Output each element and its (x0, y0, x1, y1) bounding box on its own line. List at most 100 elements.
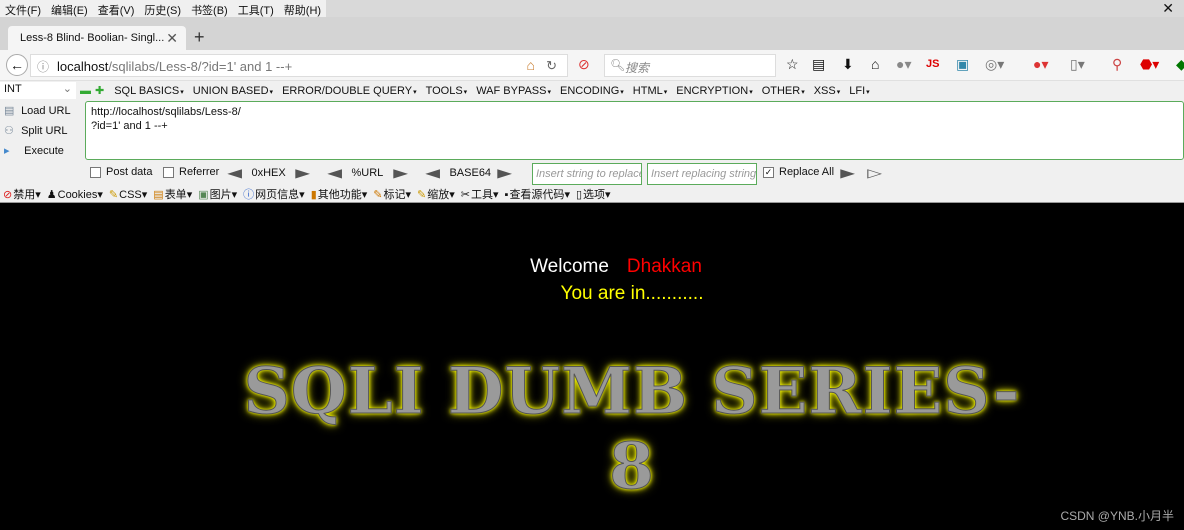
welcome-line: Welcome Dhakkan (0, 256, 1184, 278)
menu-edit[interactable]: 编辑(E) (46, 0, 93, 17)
series-logo: SQLI DUMB SERIES-8 (243, 354, 1021, 505)
right-arrow-icon[interactable]: ▶ (497, 166, 512, 180)
cookies-menu[interactable]: ♟Cookies▾ (47, 188, 103, 201)
reload-icon[interactable]: ↻ (546, 58, 557, 74)
type-select[interactable]: INT ⌄ (0, 82, 76, 99)
menu-history[interactable]: 历史(S) (139, 0, 187, 17)
page-info-menu[interactable]: ⓘ网页信息▾ (243, 186, 305, 202)
zoom-icon[interactable]: ⚲ (1112, 56, 1122, 73)
load-url-label: Load URL (21, 105, 71, 117)
outline-menu[interactable]: ✎标记▾ (373, 186, 411, 202)
tools-icon: ✂ (460, 189, 470, 201)
avatar-icon[interactable]: ●▾ (896, 56, 911, 73)
chevron-down-icon: ⌄ (62, 83, 72, 95)
menu-view[interactable]: 查看(V) (92, 0, 140, 17)
left-arrow-icon[interactable]: ◀ (227, 166, 242, 180)
menu-error-double-query[interactable]: ERROR/DOUBLE QUERY (282, 85, 417, 97)
base64-encode[interactable]: ◀ BASE64 ▶ (425, 166, 512, 180)
close-window-icon[interactable]: ✕ (1162, 0, 1174, 17)
menu-lfi[interactable]: LFI (849, 85, 869, 97)
split-url-button[interactable]: ⚇ Split URL (4, 124, 68, 137)
device-icon[interactable]: ▯▾ (1070, 56, 1085, 73)
bookmark-star-icon[interactable]: ☆ (786, 56, 799, 73)
replace-arrow-icon[interactable]: ▶ (840, 166, 855, 180)
adblock-icon[interactable]: ⬣▾ (1140, 56, 1159, 73)
palette-icon[interactable]: ◎▾ (985, 56, 1004, 73)
replace-all-label: Replace All (779, 166, 835, 178)
resize-menu[interactable]: ✎缩放▾ (417, 186, 455, 202)
menu-help[interactable]: 帮助(H) (278, 0, 327, 17)
download-icon[interactable]: ⬇ (842, 56, 854, 73)
url-textarea[interactable]: http://localhost/sqlilabs/Less-8/ ?id=1'… (85, 101, 1184, 160)
info-icon[interactable]: ⓘ (37, 58, 49, 75)
menu-html[interactable]: HTML (633, 85, 667, 97)
replacing-string-input[interactable]: Insert replacing string (647, 163, 757, 185)
tab-active[interactable]: Less-8 Blind- Boolian- Singl... ✕ (8, 26, 186, 50)
minus-icon[interactable]: ▬ (80, 85, 91, 97)
replace-all-checkbox[interactable]: ✓ Replace All (763, 166, 834, 178)
referrer-checkbox[interactable]: Referrer (163, 166, 219, 178)
replace-next-icon[interactable]: ▷ (867, 166, 882, 180)
menu-encoding[interactable]: ENCODING (560, 85, 624, 97)
new-tab-icon[interactable]: + (194, 27, 205, 48)
hex-label: 0xHEX (251, 167, 286, 179)
forms-menu[interactable]: ▤表单▾ (153, 186, 192, 202)
url-encode[interactable]: ◀ %URL ▶ (327, 166, 408, 180)
menu-union-based[interactable]: UNION BASED (193, 85, 273, 97)
left-arrow-icon[interactable]: ◀ (327, 166, 342, 180)
misc-menu[interactable]: ▮其他功能▾ (311, 186, 368, 202)
outline-icon: ✎ (373, 189, 383, 201)
outline-label: 标记 (383, 189, 406, 201)
addon-icon[interactable]: ●▾ (1033, 56, 1048, 73)
css-label: CSS (119, 188, 142, 201)
menu-file[interactable]: 文件(F) (0, 0, 47, 17)
hex-encode[interactable]: ◀ 0xHEX ▶ (227, 166, 310, 180)
address-bar[interactable]: ⓘ localhost/sqlilabs/Less-8/?id=1' and 1… (30, 54, 568, 77)
info-icon: ⓘ (243, 189, 255, 201)
split-url-label: Split URL (21, 125, 68, 137)
images-menu[interactable]: ▣图片▾ (198, 186, 237, 202)
reading-list-icon[interactable]: ▤ (812, 56, 825, 73)
post-data-checkbox[interactable]: Post data (90, 166, 152, 178)
image-icon[interactable]: ▣ (956, 56, 969, 73)
disable-menu[interactable]: ⊘禁用▾ (3, 186, 41, 202)
options-menu[interactable]: ▯选项▾ (576, 186, 611, 202)
replace-string-input[interactable]: Insert string to replace (532, 163, 642, 185)
js-icon[interactable]: JS (926, 58, 939, 70)
tab-bar: Less-8 Blind- Boolian- Singl... ✕ + (0, 17, 1184, 50)
menu-bookmarks[interactable]: 书签(B) (186, 0, 233, 17)
url-host: localhost (57, 59, 109, 74)
right-arrow-icon[interactable]: ▶ (295, 166, 310, 180)
right-arrow-icon[interactable]: ▶ (393, 166, 408, 180)
menu-waf-bypass[interactable]: WAF BYPASS (476, 85, 551, 97)
back-arrow-icon[interactable]: ← (6, 54, 28, 76)
menu-tools[interactable]: 工具(T) (232, 0, 279, 17)
menu-sql-basics[interactable]: SQL BASICS (114, 85, 184, 97)
menu-other[interactable]: OTHER (762, 85, 805, 97)
menu-tools[interactable]: TOOLS (426, 85, 468, 97)
tools-menu[interactable]: ✂工具▾ (461, 186, 499, 202)
search-input[interactable]: 🔍︎ 搜索 (604, 54, 776, 77)
cookies-icon: ♟ (46, 188, 57, 201)
tools-label: 工具 (471, 189, 493, 201)
nav-bar: ← ⓘ localhost/sqlilabs/Less-8/?id=1' and… (0, 50, 1184, 81)
execute-button[interactable]: ▸ Execute (4, 144, 64, 157)
plus-icon[interactable]: ✚ (95, 84, 104, 97)
block-icon[interactable]: ⊘ (578, 56, 590, 73)
menu-xss[interactable]: XSS (814, 85, 841, 97)
view-source-menu[interactable]: ▪查看源代码▾ (505, 186, 570, 202)
post-data-label: Post data (106, 166, 153, 178)
page-content: Welcome Dhakkan You are in........... SQL… (0, 204, 1184, 530)
left-arrow-icon[interactable]: ◀ (425, 166, 440, 180)
home-icon[interactable]: ⌂ (527, 57, 535, 73)
close-tab-icon[interactable]: ✕ (166, 30, 178, 47)
css-menu[interactable]: ✎CSS▾ (109, 188, 147, 201)
load-url-button[interactable]: ▤ Load URL (4, 104, 71, 117)
menu-encryption[interactable]: ENCRYPTION (676, 85, 752, 97)
home-icon[interactable]: ⌂ (871, 56, 879, 72)
view-source-label: 查看源代码 (509, 189, 565, 201)
misc-icon: ▮ (310, 189, 317, 201)
load-icon: ▤ (4, 105, 15, 117)
url-label: %URL (351, 167, 384, 179)
shield-icon[interactable]: ◆ (1176, 56, 1184, 73)
